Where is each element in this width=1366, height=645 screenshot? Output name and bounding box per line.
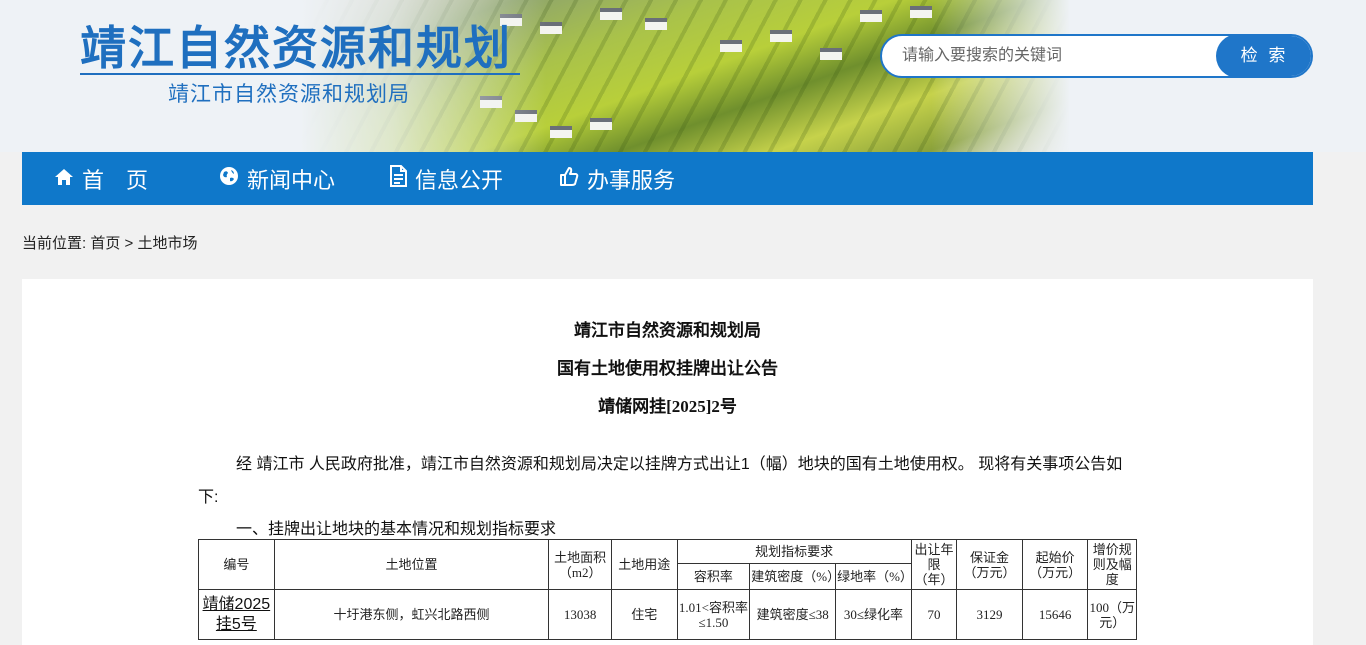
article-title-main: 国有土地使用权挂牌出让公告 xyxy=(557,359,778,378)
document-icon xyxy=(389,164,415,193)
logo-divider xyxy=(80,73,520,75)
site-logo-subtitle: 靖江市自然资源和规划局 xyxy=(168,83,410,106)
cell-density: 建筑密度≤38 xyxy=(749,589,837,640)
header-planning: 规划指标要求 xyxy=(676,539,912,564)
header-density: 建筑密度（%） xyxy=(749,563,840,590)
nav-item-label: 首 页 xyxy=(82,167,149,193)
nav-item-service[interactable]: 办事服务 xyxy=(559,152,729,205)
article-document-number: 靖储网挂[2025]2号 xyxy=(598,397,737,416)
search-box: 检 索 xyxy=(880,34,1313,78)
article-intro-paragraph: 经 靖江市 人民政府批准，靖江市自然资源和规划局决定以挂牌方式出让1（幅）地块的… xyxy=(198,456,1123,506)
cell-increment: 100（万元） xyxy=(1087,589,1137,640)
breadcrumb-prefix: 当前位置: xyxy=(22,235,87,252)
header-increment: 增价规则及幅度 xyxy=(1087,539,1137,590)
nav-item-label: 信息公开 xyxy=(415,167,504,193)
header-location: 土地位置 xyxy=(273,539,550,590)
cell-term: 70 xyxy=(910,589,958,640)
nav-item-info[interactable]: 信息公开 xyxy=(389,152,559,205)
header-term: 出让年限（年） xyxy=(910,539,958,590)
cell-deposit: 3129 xyxy=(956,589,1023,640)
breadcrumb-current-link[interactable]: 土地市场 xyxy=(137,235,197,252)
site-logo-title: 靖江自然资源和规划 xyxy=(80,22,512,74)
header-code: 编号 xyxy=(198,539,275,590)
cell-use: 住宅 xyxy=(610,589,678,640)
land-parcel-table: 编号 土地位置 土地面积（m2） 土地用途 规划指标要求 出让年限（年） 保证金… xyxy=(198,539,1137,640)
globe-icon xyxy=(219,166,247,192)
header-far: 容积率 xyxy=(676,563,751,590)
cell-far: 1.01<容积率≤1.50 xyxy=(676,589,751,640)
table-row: 靖储2025挂5号 十圩港东侧，虹兴北路西侧 13038 住宅 1.01<容积率… xyxy=(198,589,1137,640)
table-header-row: 编号 土地位置 土地面积（m2） 土地用途 规划指标要求 出让年限（年） 保证金… xyxy=(198,539,1137,590)
nav-item-label: 新闻中心 xyxy=(247,167,336,193)
cell-area: 13038 xyxy=(548,589,612,640)
header-start-price: 起始价（万元） xyxy=(1021,539,1089,590)
nav-item-home[interactable]: 首 页 xyxy=(54,152,219,205)
search-button[interactable]: 检 索 xyxy=(1216,36,1311,76)
header-use: 土地用途 xyxy=(610,539,678,590)
section-heading: 一、挂牌出让地块的基本情况和规划指标要求 xyxy=(236,521,557,538)
article-panel: 靖江市自然资源和规划局 国有土地使用权挂牌出让公告 靖储网挂[2025]2号 经… xyxy=(22,279,1313,645)
cell-green: 30≤绿化率 xyxy=(835,589,912,640)
main-nav: 首 页 新闻中心 信息公开 办事服务 xyxy=(22,152,1313,205)
site-header: 靖江自然资源和规划 靖江市自然资源和规划局 检 索 xyxy=(0,0,1366,152)
cell-location: 十圩港东侧，虹兴北路西侧 xyxy=(273,589,550,640)
home-icon xyxy=(54,166,82,192)
breadcrumb: 当前位置: 首页 > 土地市场 xyxy=(22,232,197,253)
header-area: 土地面积（m2） xyxy=(548,539,612,590)
parcel-code-link[interactable]: 靖储2025挂5号 xyxy=(203,596,271,633)
search-input[interactable] xyxy=(882,36,1218,76)
cell-start-price: 15646 xyxy=(1021,589,1089,640)
nav-item-label: 办事服务 xyxy=(587,167,676,193)
header-green: 绿地率（%） xyxy=(835,563,913,590)
article-title-issuer: 靖江市自然资源和规划局 xyxy=(574,321,761,340)
breadcrumb-separator: > xyxy=(124,235,134,252)
thumbs-up-icon xyxy=(559,166,587,192)
breadcrumb-home-link[interactable]: 首页 xyxy=(90,235,120,252)
nav-item-news[interactable]: 新闻中心 xyxy=(219,152,389,205)
header-deposit: 保证金（万元） xyxy=(956,539,1023,590)
